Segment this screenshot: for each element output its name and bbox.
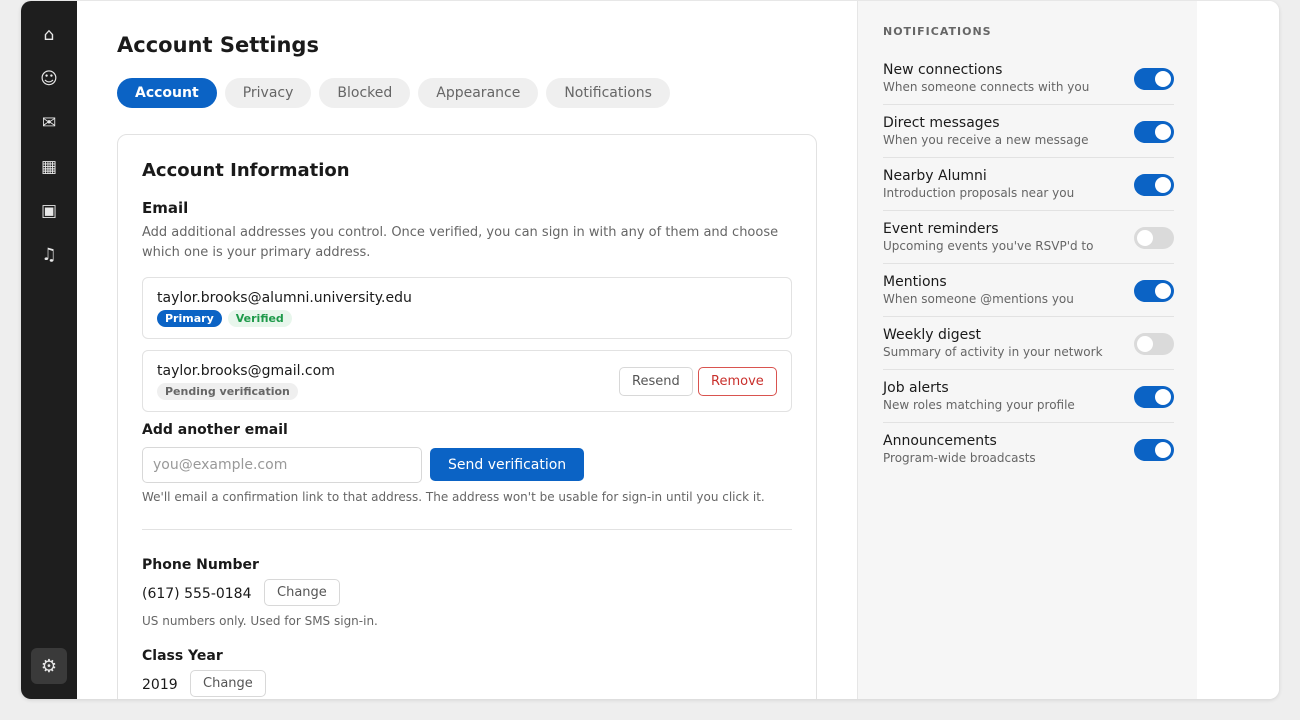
notification-desc: Summary of activity in your network bbox=[883, 345, 1103, 359]
tab-account[interactable]: Account bbox=[117, 78, 217, 108]
phone-change-button[interactable]: Change bbox=[264, 579, 340, 606]
notification-toggle[interactable] bbox=[1134, 174, 1174, 196]
notification-toggle[interactable] bbox=[1134, 439, 1174, 461]
notification-title: Nearby Alumni bbox=[883, 168, 987, 184]
people-icon[interactable]: ☺ bbox=[35, 65, 63, 93]
right-margin bbox=[1197, 1, 1279, 699]
email-address: taylor.brooks@gmail.com bbox=[157, 363, 335, 379]
toggle-knob bbox=[1155, 442, 1171, 458]
toggle-knob bbox=[1155, 389, 1171, 405]
section-divider bbox=[142, 529, 792, 530]
notification-toggle[interactable] bbox=[1134, 386, 1174, 408]
notification-row: New connections When someone connects wi… bbox=[883, 52, 1174, 105]
remove-button[interactable]: Remove bbox=[698, 367, 777, 396]
tab-privacy[interactable]: Privacy bbox=[224, 78, 312, 108]
notification-row: Announcements Program-wide broadcasts bbox=[883, 423, 1174, 476]
add-email-help-text: We'll email a confirmation link to that … bbox=[142, 490, 765, 504]
notification-toggle[interactable] bbox=[1134, 227, 1174, 249]
toggle-knob bbox=[1155, 283, 1171, 299]
phone-label: Phone Number bbox=[142, 557, 259, 573]
phone-help-text: US numbers only. Used for SMS sign-in. bbox=[142, 614, 378, 628]
notification-row: Nearby Alumni Introduction proposals nea… bbox=[883, 158, 1174, 211]
tab-notifications[interactable]: Notifications bbox=[546, 78, 670, 108]
nav-rail: ⌂ ☺ ✉ ▦ ▣ ♫ ⚙ bbox=[21, 1, 77, 699]
email-badges: Primary Verified bbox=[157, 310, 292, 327]
notifications-list: New connections When someone connects wi… bbox=[883, 52, 1174, 476]
email-badges: Pending verification bbox=[157, 383, 298, 400]
class-year-label: Class Year bbox=[142, 648, 223, 664]
notification-toggle[interactable] bbox=[1134, 68, 1174, 90]
class-year-change-button[interactable]: Change bbox=[190, 670, 266, 697]
notification-title: Mentions bbox=[883, 274, 947, 290]
notifications-heading: NOTIFICATIONS bbox=[883, 25, 992, 38]
email-row-pending: taylor.brooks@gmail.com Pending verifica… bbox=[142, 350, 792, 412]
tab-appearance[interactable]: Appearance bbox=[418, 78, 539, 108]
notification-toggle[interactable] bbox=[1134, 333, 1174, 355]
add-email-label: Add another email bbox=[142, 422, 288, 438]
settings-tabs: Account Privacy Blocked Appearance Notif… bbox=[117, 78, 670, 108]
bell-icon[interactable]: ♫ bbox=[35, 241, 63, 269]
tab-blocked[interactable]: Blocked bbox=[319, 78, 411, 108]
email-row-primary: taylor.brooks@alumni.university.edu Prim… bbox=[142, 277, 792, 339]
notification-row: Direct messages When you receive a new m… bbox=[883, 105, 1174, 158]
notifications-panel: NOTIFICATIONS New connections When someo… bbox=[857, 1, 1197, 699]
notification-title: Weekly digest bbox=[883, 327, 982, 343]
notification-desc: Introduction proposals near you bbox=[883, 186, 1075, 200]
notification-desc: Upcoming events you've RSVP'd to bbox=[883, 239, 1094, 253]
notification-title: Event reminders bbox=[883, 221, 999, 237]
verified-badge: Verified bbox=[227, 310, 292, 327]
app-window: ⌂ ☺ ✉ ▦ ▣ ♫ ⚙ Account Settings Account P… bbox=[21, 1, 1279, 699]
notification-desc: Program-wide broadcasts bbox=[883, 451, 1036, 465]
home-icon[interactable]: ⌂ bbox=[35, 21, 63, 49]
briefcase-icon[interactable]: ▣ bbox=[35, 197, 63, 225]
resend-button[interactable]: Resend bbox=[619, 367, 693, 396]
card-title: Account Information bbox=[142, 160, 350, 181]
email-help-text: Add additional addresses you control. On… bbox=[142, 225, 779, 260]
notification-row: Mentions When someone @mentions you bbox=[883, 264, 1174, 317]
notification-title: Job alerts bbox=[883, 380, 949, 396]
notification-title: Direct messages bbox=[883, 115, 1000, 131]
settings-main: Account Settings Account Privacy Blocked… bbox=[77, 1, 857, 699]
notification-row: Event reminders Upcoming events you've R… bbox=[883, 211, 1174, 264]
class-year-value: 2019 bbox=[142, 677, 178, 693]
toggle-knob bbox=[1137, 336, 1153, 352]
page-title: Account Settings bbox=[117, 33, 319, 57]
pending-badge: Pending verification bbox=[157, 383, 298, 400]
notification-desc: When someone connects with you bbox=[883, 80, 1090, 94]
notification-desc: New roles matching your profile bbox=[883, 398, 1075, 412]
send-verification-button[interactable]: Send verification bbox=[430, 448, 585, 481]
primary-badge: Primary bbox=[157, 310, 222, 327]
add-email-input[interactable] bbox=[142, 447, 422, 483]
notification-desc: When someone @mentions you bbox=[883, 292, 1074, 306]
notification-row: Weekly digest Summary of activity in you… bbox=[883, 317, 1174, 370]
account-info-card: Account Information Email Add additional… bbox=[117, 134, 817, 699]
notification-toggle[interactable] bbox=[1134, 280, 1174, 302]
email-address: taylor.brooks@alumni.university.edu bbox=[157, 290, 412, 306]
toggle-knob bbox=[1155, 124, 1171, 140]
phone-value: (617) 555-0184 bbox=[142, 586, 252, 602]
notification-desc: When you receive a new message bbox=[883, 133, 1089, 147]
message-icon[interactable]: ✉ bbox=[35, 109, 63, 137]
calendar-icon[interactable]: ▦ bbox=[35, 153, 63, 181]
notification-title: New connections bbox=[883, 62, 1003, 78]
notification-title: Announcements bbox=[883, 433, 997, 449]
toggle-knob bbox=[1155, 71, 1171, 87]
toggle-knob bbox=[1137, 230, 1153, 246]
gear-icon[interactable]: ⚙ bbox=[31, 648, 67, 684]
email-section-label: Email bbox=[142, 199, 189, 217]
notification-row: Job alerts New roles matching your profi… bbox=[883, 370, 1174, 423]
toggle-knob bbox=[1155, 177, 1171, 193]
notification-toggle[interactable] bbox=[1134, 121, 1174, 143]
